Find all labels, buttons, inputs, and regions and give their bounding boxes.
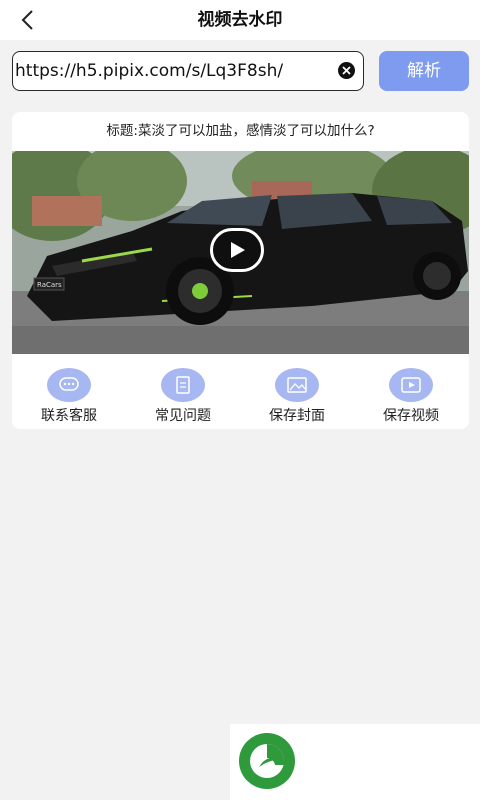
save-video-button[interactable]: 保存视频 bbox=[354, 364, 468, 424]
video-thumbnail[interactable]: RaCars bbox=[12, 151, 469, 354]
page-title: 视频去水印 bbox=[197, 10, 283, 30]
save-cover-button[interactable]: 保存封面 bbox=[240, 364, 354, 424]
video-title: 标题:菜淡了可以加盐，感情淡了可以加什么? bbox=[106, 123, 375, 139]
license-plate: RaCars bbox=[37, 281, 62, 289]
chat-icon bbox=[47, 368, 91, 402]
action-label: 保存视频 bbox=[383, 408, 439, 424]
clear-button[interactable] bbox=[338, 62, 355, 79]
faq-button[interactable]: 常见问题 bbox=[126, 364, 240, 424]
brand-logo-icon bbox=[236, 730, 298, 796]
ad-banner[interactable] bbox=[230, 724, 480, 800]
video-icon bbox=[389, 368, 433, 402]
document-icon bbox=[161, 368, 205, 402]
url-input[interactable] bbox=[13, 52, 335, 89]
image-icon bbox=[275, 368, 319, 402]
close-icon bbox=[342, 66, 351, 75]
url-field[interactable] bbox=[12, 51, 364, 91]
play-icon bbox=[231, 242, 245, 258]
action-label: 联系客服 bbox=[41, 408, 97, 424]
play-button[interactable] bbox=[210, 228, 264, 272]
parse-button[interactable]: 解析 bbox=[379, 51, 469, 91]
top-bar: 视频去水印 bbox=[0, 0, 480, 40]
action-label: 常见问题 bbox=[155, 408, 211, 424]
action-bar: 联系客服 常见问题 保存封面 保存视频 bbox=[12, 364, 469, 424]
action-label: 保存封面 bbox=[269, 408, 325, 424]
contact-support-button[interactable]: 联系客服 bbox=[12, 364, 126, 424]
video-result-card: 标题:菜淡了可以加盐，感情淡了可以加什么? RaCars 联系客服 常见问题 保… bbox=[12, 112, 469, 429]
